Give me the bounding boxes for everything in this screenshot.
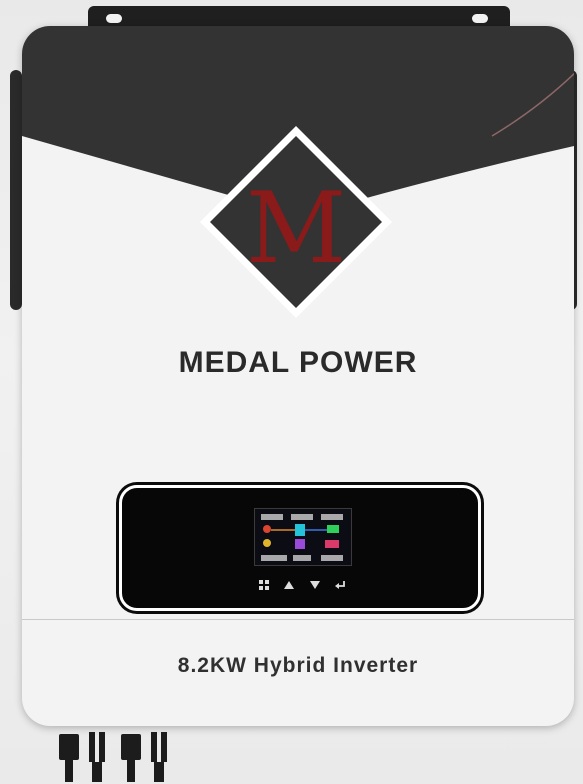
top-panel: M [22, 26, 574, 318]
control-buttons [257, 578, 347, 594]
display-panel [119, 485, 481, 611]
up-icon[interactable] [282, 578, 296, 592]
model-label: 8.2KW Hybrid Inverter [177, 654, 419, 677]
cable-glands [59, 732, 167, 782]
side-fin [10, 70, 22, 310]
mounting-hole [106, 14, 122, 23]
enter-icon[interactable] [333, 578, 347, 592]
brand-name: MEDAL POWER [178, 346, 418, 379]
menu-icon[interactable] [257, 578, 271, 592]
mounting-hole [472, 14, 488, 23]
inverter-photo: M MEDAL POWER 8.2KW Hybrid Inverter [0, 0, 583, 784]
down-icon[interactable] [308, 578, 322, 592]
lcd-screen [254, 508, 352, 566]
logo-letter: M [246, 172, 346, 286]
panel-divider [22, 619, 574, 620]
inverter-body: M MEDAL POWER 8.2KW Hybrid Inverter [22, 26, 574, 726]
